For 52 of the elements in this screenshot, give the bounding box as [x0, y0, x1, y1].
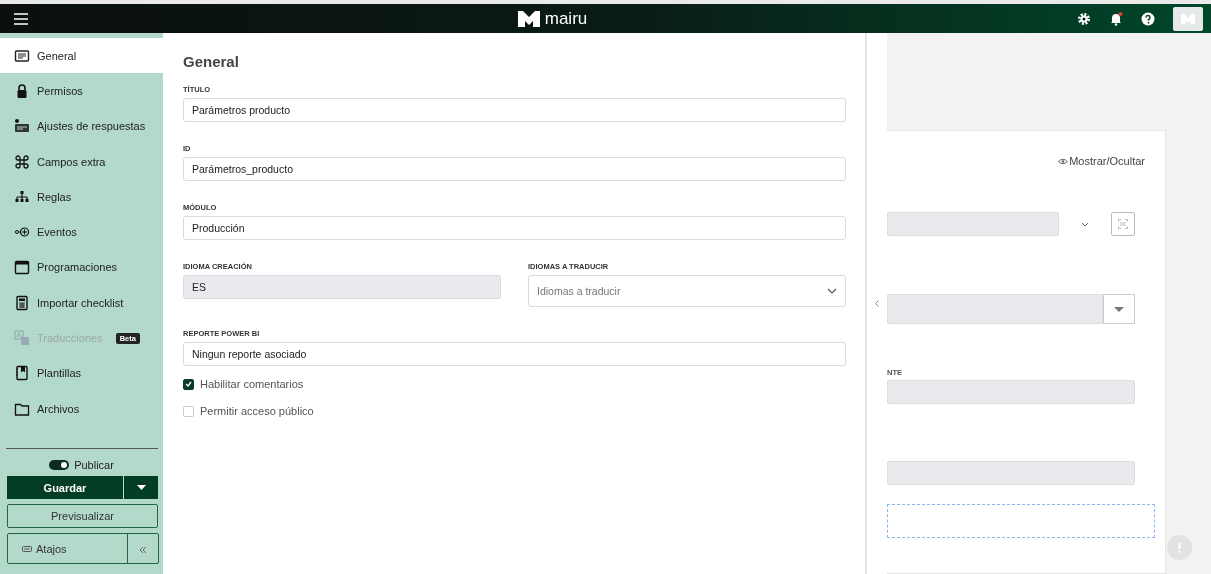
keyboard-icon — [22, 545, 32, 552]
caret-icon — [1114, 306, 1124, 312]
checkbox-label: Permitir acceso público — [200, 405, 314, 417]
lock-icon — [14, 82, 30, 99]
sidebar-item[interactable]: Eventos — [0, 214, 163, 250]
input-field[interactable]: Producción — [183, 216, 846, 240]
double-chevron-icon — [139, 545, 147, 554]
logo-text: mairu — [544, 8, 588, 29]
settings-icon[interactable] — [1077, 11, 1091, 26]
bell-icon[interactable] — [1109, 11, 1123, 26]
toggle-link[interactable]: Mostrar/Ocultar — [1058, 155, 1145, 167]
section-title: General — [183, 53, 240, 70]
help-icon[interactable] — [1141, 11, 1155, 26]
save-button[interactable]: Guardar — [7, 476, 123, 499]
sidebar-item[interactable]: Programaciones — [0, 249, 163, 286]
preview-button[interactable]: Previsualizar — [7, 504, 158, 528]
sidebar-item[interactable]: Archivos — [0, 390, 163, 427]
check-icon — [185, 381, 192, 387]
document-icon — [14, 47, 30, 64]
back-icon[interactable] — [875, 300, 879, 307]
command-icon — [14, 153, 30, 170]
calendar-icon — [14, 259, 30, 276]
sidebar-item[interactable]: Reglas — [0, 179, 163, 215]
chevron-icon — [1081, 221, 1089, 227]
publish-toggle[interactable] — [49, 460, 70, 470]
input-field[interactable]: ES — [183, 275, 501, 299]
card-icon — [14, 118, 30, 135]
calculator-icon — [14, 294, 30, 311]
sidebar-item[interactable]: Permisos — [0, 73, 163, 109]
hierarchy-icon — [14, 188, 30, 205]
caret-icon — [136, 485, 146, 490]
sidebar-item[interactable]: General — [0, 38, 163, 74]
input-field[interactable]: Ningun reporte asociado — [183, 342, 846, 366]
eye-icon — [1058, 157, 1069, 165]
checkbox[interactable] — [183, 378, 194, 390]
sidebar-item[interactable]: Ajustes de respuestas — [0, 108, 163, 144]
publish-label: Publicar — [74, 459, 114, 471]
checkbox-label: Habilitar comentarios — [200, 378, 304, 390]
menu-icon[interactable] — [14, 12, 28, 25]
sidebar-item[interactable]: Importar checklist — [0, 285, 163, 321]
bookmark-icon — [14, 365, 30, 382]
sidebar-item[interactable]: Plantillas — [0, 355, 163, 391]
logo-icon — [517, 10, 540, 27]
translate-icon — [14, 330, 30, 346]
select-field[interactable]: Idiomas a traducir — [528, 275, 846, 307]
sidebar-item[interactable]: Campos extra — [0, 143, 163, 180]
chevron-icon — [827, 288, 837, 294]
logo-icon — [1181, 13, 1195, 24]
caret-button[interactable] — [123, 476, 158, 499]
input-field[interactable]: Parámetros producto — [183, 98, 846, 122]
avatar[interactable] — [1173, 6, 1203, 31]
input-field[interactable]: Parámetros_producto — [183, 157, 846, 181]
